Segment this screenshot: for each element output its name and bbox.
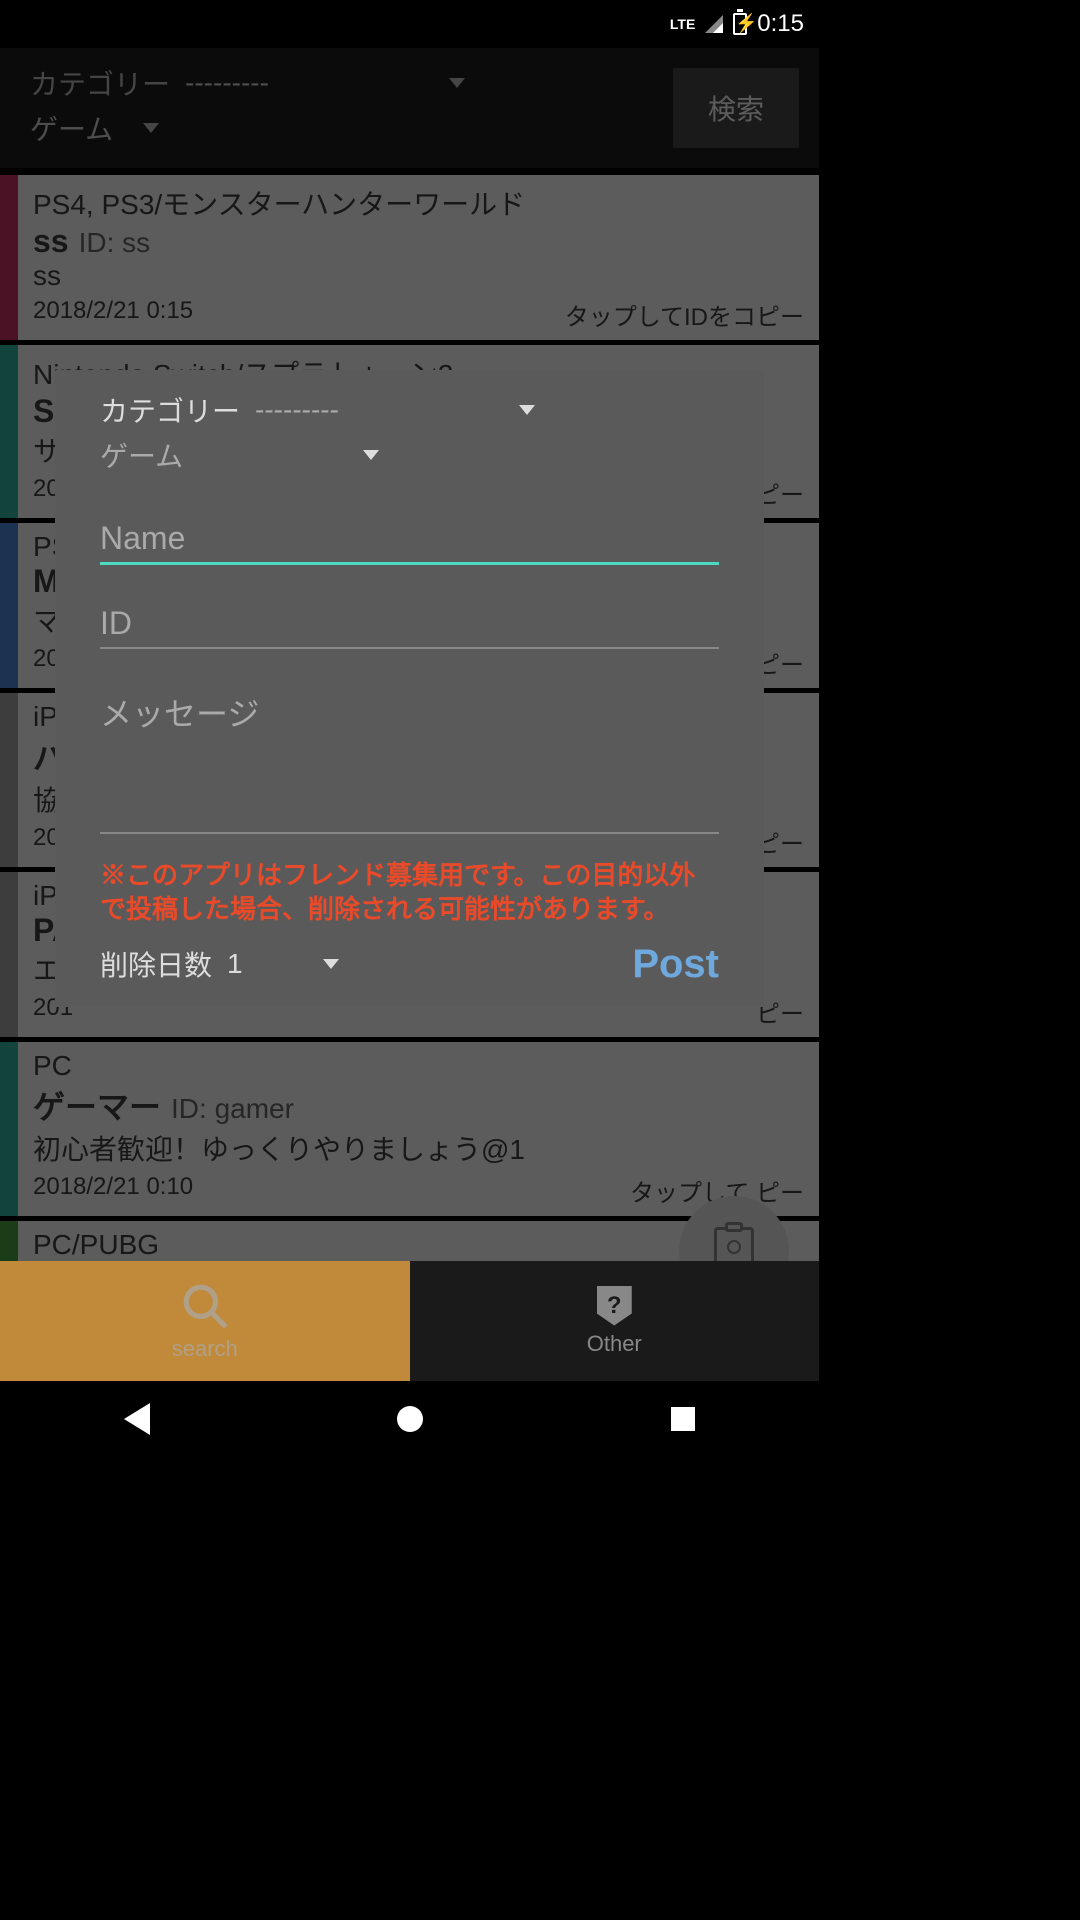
clock: 0:15 xyxy=(757,10,804,38)
status-bar: LTE ⚡ 0:15 xyxy=(0,0,819,48)
signal-icon xyxy=(705,15,723,33)
search-icon xyxy=(180,1281,230,1331)
network-indicator: LTE xyxy=(670,16,695,32)
shield-icon: ? xyxy=(597,1286,632,1326)
recent-button[interactable] xyxy=(671,1407,695,1431)
back-button[interactable] xyxy=(124,1403,150,1435)
name-input[interactable] xyxy=(100,505,719,565)
home-button[interactable] xyxy=(397,1406,423,1432)
id-input[interactable] xyxy=(100,590,719,649)
bottom-nav: search ? Other xyxy=(0,1261,819,1381)
dialog-category-dropdown[interactable]: --------- xyxy=(255,394,535,426)
message-input[interactable] xyxy=(100,674,719,834)
nav-other-tab[interactable]: ? Other xyxy=(410,1261,820,1381)
nav-search-tab[interactable]: search xyxy=(0,1261,410,1381)
battery-icon: ⚡ xyxy=(733,13,747,35)
chevron-down-icon xyxy=(323,959,339,969)
delete-days-dropdown[interactable]: 1 xyxy=(227,948,339,980)
chevron-down-icon xyxy=(519,405,535,415)
chevron-down-icon xyxy=(363,450,379,460)
warning-text: ※このアプリはフレンド募集用です。この目的以外で投稿した場合、削除される可能性が… xyxy=(100,859,719,927)
dialog-category-label: カテゴリー xyxy=(100,390,240,430)
system-nav xyxy=(0,1381,819,1456)
post-button[interactable]: Post xyxy=(632,942,719,987)
delete-days-label: 削除日数 xyxy=(100,944,212,984)
dialog-game-dropdown[interactable]: ゲーム xyxy=(100,435,379,475)
post-dialog: カテゴリー --------- ゲーム ※このアプリはフレンド募集用です。この目… xyxy=(55,370,764,1007)
